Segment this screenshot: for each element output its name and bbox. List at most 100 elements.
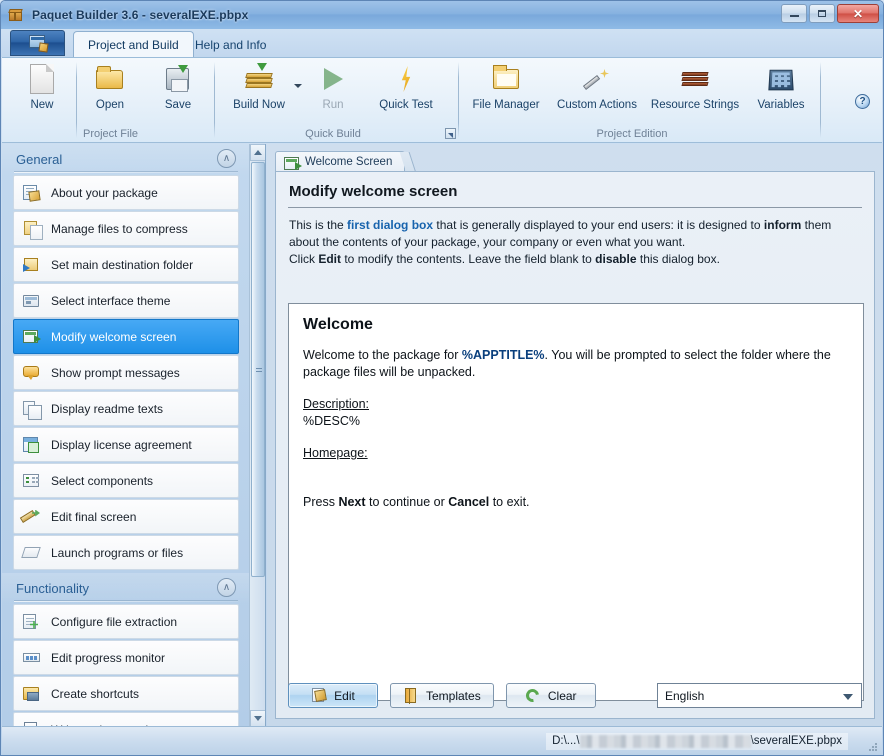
ribbon-button-variables[interactable]: Variables xyxy=(746,58,816,120)
sidebar-item-about-your-package[interactable]: About your package xyxy=(13,175,239,210)
chevron-down-icon[interactable] xyxy=(843,694,853,700)
ribbon-group-project-edition: File Manager Custom Actions Resource Str… xyxy=(462,58,817,143)
preview-text-4: to continue or xyxy=(365,495,449,509)
create-shortcuts-icon xyxy=(22,685,42,703)
ribbon-button-custom-actions[interactable]: Custom Actions xyxy=(550,58,644,120)
sidebar-item-write-registry-entries[interactable]: Write registry entries xyxy=(13,712,239,727)
ribbon-button-label: Build Now xyxy=(233,99,285,111)
components-icon xyxy=(22,472,42,490)
scroll-up-button[interactable] xyxy=(250,144,265,161)
sidebar-item-modify-welcome-screen[interactable]: Modify welcome screen xyxy=(13,319,239,354)
homepage-label: Homepage: xyxy=(303,446,368,460)
sidebar-section-label: Functionality xyxy=(16,581,89,596)
help-icon[interactable]: ? xyxy=(855,94,870,109)
scroll-down-button[interactable] xyxy=(250,710,265,727)
maximize-button[interactable] xyxy=(809,4,835,23)
tab-help-and-info[interactable]: Help and Info xyxy=(181,32,280,57)
ribbon-button-file-manager[interactable]: File Manager xyxy=(462,58,550,120)
tab-label: Project and Build xyxy=(88,37,179,52)
ribbon-button-save[interactable]: Save xyxy=(144,58,212,120)
edit-button[interactable]: Edit xyxy=(288,683,378,708)
description-variable: %DESC% xyxy=(303,414,360,428)
button-label: Templates xyxy=(426,688,481,703)
ribbon-button-open[interactable]: Open xyxy=(76,58,144,120)
content-tab-label: Welcome Screen xyxy=(305,156,393,168)
license-agreement-icon xyxy=(22,436,42,454)
sidebar-item-edit-final-screen[interactable]: Edit final screen xyxy=(13,499,239,534)
ribbon-button-label: Variables xyxy=(757,99,805,111)
clear-button[interactable]: Clear xyxy=(505,683,596,708)
preview-bold-cancel: Cancel xyxy=(448,495,490,509)
tab-label: Help and Info xyxy=(195,37,267,52)
desc-bold-inform: inform xyxy=(763,218,802,232)
ribbon-button-quick-test[interactable]: Quick Test xyxy=(366,58,446,120)
sidebar-item-show-prompt-messages[interactable]: Show prompt messages xyxy=(13,355,239,390)
chevron-up-icon[interactable]: ∧ xyxy=(217,578,236,597)
page-title: Modify welcome screen xyxy=(289,183,458,200)
ribbon-button-label: Save xyxy=(164,99,192,111)
ribbon-button-new[interactable]: New xyxy=(8,58,76,120)
chevron-up-icon[interactable]: ∧ xyxy=(217,149,236,168)
ribbon-button-build-now[interactable]: Build Now xyxy=(218,58,302,120)
chevron-down-icon[interactable] xyxy=(294,84,302,88)
dialog-launcher-icon[interactable] xyxy=(445,128,456,139)
desc-text-6: this dialog box. xyxy=(636,252,720,266)
sidebar-item-label: Display readme texts xyxy=(51,401,164,416)
launch-programs-icon xyxy=(21,544,42,562)
ribbon-group-quick-build: Build Now Run Quick Test Quick Build xyxy=(218,58,456,143)
welcome-text-preview[interactable]: Welcome Welcome to the package for %APPT… xyxy=(288,303,864,701)
sidebar-item-select-components[interactable]: Select components xyxy=(13,463,239,498)
language-dropdown[interactable]: English xyxy=(657,683,862,708)
sidebar-item-launch-programs-or-files[interactable]: Launch programs or files xyxy=(13,535,239,570)
sidebar-item-set-main-destination-folder[interactable]: Set main destination folder xyxy=(13,247,239,282)
sidebar-section-label: General xyxy=(16,152,63,167)
preview-homepage-block: Homepage: xyxy=(303,445,849,479)
preview-paragraph-1: Welcome to the package for %APPTITLE%. Y… xyxy=(303,347,849,381)
open-folder-icon xyxy=(94,63,126,95)
title-divider xyxy=(288,207,862,208)
scrollbar-thumb[interactable] xyxy=(251,162,265,577)
content-tab-row: Welcome Screen xyxy=(275,151,417,173)
ribbon-button-resource-strings[interactable]: Resource Strings xyxy=(644,58,746,120)
lightning-bolt-icon xyxy=(390,63,422,95)
panel-description: This is the first dialog box that is gen… xyxy=(289,217,860,268)
preview-text-1: Welcome to the package for xyxy=(303,348,462,362)
preview-text-5: to exit. xyxy=(489,495,530,509)
sidebar-item-display-license-agreement[interactable]: Display license agreement xyxy=(13,427,239,462)
ribbon-button-run[interactable]: Run xyxy=(300,58,366,120)
sidebar-list: General ∧ About your package Manage file… xyxy=(2,144,250,727)
sidebar-item-create-shortcuts[interactable]: Create shortcuts xyxy=(13,676,239,711)
new-document-icon xyxy=(26,63,58,95)
app-menu-button[interactable] xyxy=(10,30,65,56)
desc-bold-edit: Edit xyxy=(318,252,342,266)
preview-description-block: Description: %DESC% xyxy=(303,396,849,430)
tab-welcome-screen[interactable]: Welcome Screen xyxy=(275,151,417,173)
sidebar-item-configure-file-extraction[interactable]: Configure file extraction xyxy=(13,604,239,639)
sidebar-scrollbar[interactable] xyxy=(249,144,265,727)
sidebar-section-functionality[interactable]: Functionality ∧ xyxy=(2,573,250,604)
app-menu-icon xyxy=(28,35,49,53)
welcome-screen-icon xyxy=(283,155,302,170)
edit-pencil-icon xyxy=(311,687,327,704)
sidebar-section-general[interactable]: General ∧ xyxy=(2,144,250,175)
sidebar-item-display-readme-texts[interactable]: Display readme texts xyxy=(13,391,239,426)
sidebar-item-select-interface-theme[interactable]: Select interface theme xyxy=(13,283,239,318)
ribbon-group-label: Project File xyxy=(82,128,139,140)
minimize-button[interactable] xyxy=(781,4,807,23)
project-path-status: D:\...\ \severalEXE.pbpx xyxy=(546,732,848,750)
resize-grip[interactable] xyxy=(866,740,877,751)
sidebar-item-manage-files-to-compress[interactable]: Manage files to compress xyxy=(13,211,239,246)
sidebar-item-label: Display license agreement xyxy=(51,437,192,452)
templates-button[interactable]: Templates xyxy=(390,683,494,708)
sidebar-item-edit-progress-monitor[interactable]: Edit progress monitor xyxy=(13,640,239,675)
panel-action-buttons: Edit Templates Clear xyxy=(288,683,596,708)
button-label: Edit xyxy=(334,688,355,703)
homepage-value xyxy=(303,462,849,479)
tab-project-and-build[interactable]: Project and Build xyxy=(73,31,194,57)
first-dialog-box-link[interactable]: first dialog box xyxy=(347,218,433,232)
preview-heading: Welcome xyxy=(303,316,373,333)
ribbon-group-label: Project Edition xyxy=(596,128,668,140)
close-button[interactable]: ✕ xyxy=(837,4,879,23)
ribbon: ? New Open Save Project File Build Now R… xyxy=(2,57,882,143)
templates-book-icon xyxy=(403,687,419,704)
